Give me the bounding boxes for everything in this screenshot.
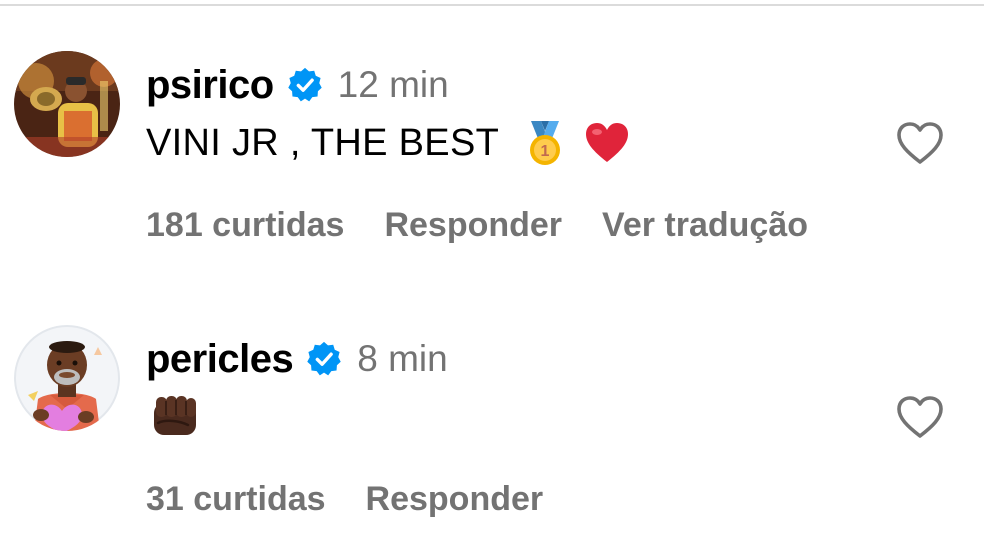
comment-actions: 181 curtidas Responder Ver tradução <box>146 202 848 248</box>
comment-body: VINI JR , THE BEST 1 <box>146 116 631 170</box>
verified-badge-icon <box>305 340 343 378</box>
comment-body <box>146 390 198 444</box>
comment-text: VINI JR , THE BEST <box>146 121 500 164</box>
see-translation-button[interactable]: Ver tradução <box>602 206 808 245</box>
comment-timestamp[interactable]: 12 min <box>338 64 449 106</box>
svg-text:1: 1 <box>541 143 550 160</box>
avatar-image <box>14 325 120 431</box>
medal-emoji-icon: 1 <box>521 119 569 167</box>
like-button[interactable] <box>893 390 947 444</box>
verified-badge-icon <box>286 66 324 104</box>
like-button[interactable] <box>893 116 947 170</box>
comment-header: pericles 8 min <box>146 334 448 384</box>
fist-emoji-icon <box>150 393 198 441</box>
comment-actions: 31 curtidas Responder <box>146 476 583 522</box>
comment-item: psirico 12 min VINI JR , THE BEST 1 181 … <box>0 0 984 244</box>
avatar-image <box>14 51 120 157</box>
username[interactable]: pericles <box>146 337 294 382</box>
avatar[interactable] <box>14 51 120 157</box>
avatar[interactable] <box>14 325 120 431</box>
username[interactable]: psirico <box>146 63 274 108</box>
reply-button[interactable]: Responder <box>366 480 544 519</box>
comment-item: pericles 8 min 31 curtidas Responder <box>0 274 984 518</box>
comment-timestamp[interactable]: 8 min <box>357 338 447 380</box>
red-heart-emoji-icon <box>583 119 631 167</box>
heart-outline-icon <box>897 122 943 164</box>
likes-count-button[interactable]: 31 curtidas <box>146 480 326 519</box>
reply-button[interactable]: Responder <box>384 206 562 245</box>
comment-header: psirico 12 min <box>146 60 449 110</box>
heart-outline-icon <box>897 396 943 438</box>
likes-count-button[interactable]: 181 curtidas <box>146 206 344 245</box>
